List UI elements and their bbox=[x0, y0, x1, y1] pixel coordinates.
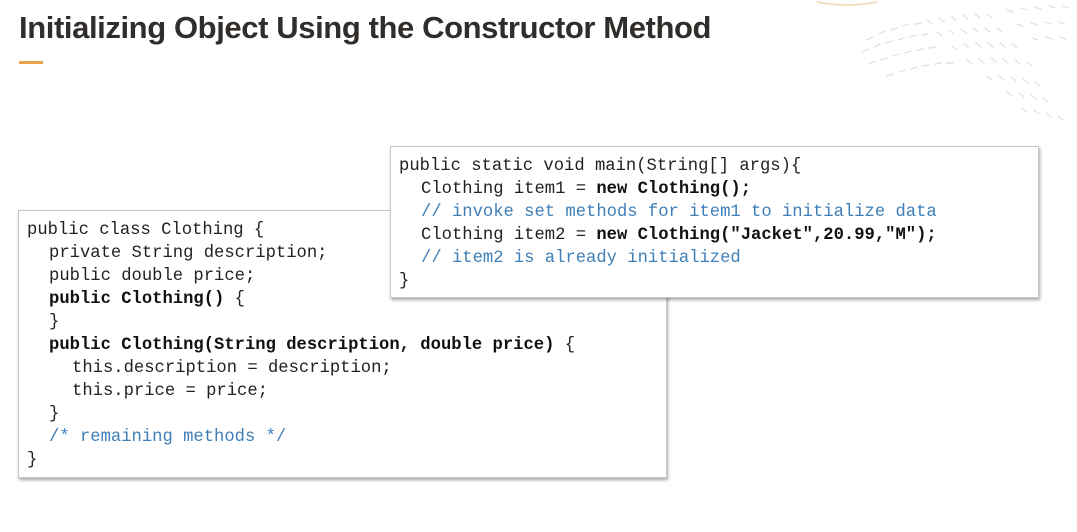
code-line: public static void main(String[] args){ bbox=[399, 155, 1038, 178]
code-text: this.description = description; bbox=[72, 359, 392, 378]
code-line: } bbox=[399, 270, 1038, 293]
code-text: } bbox=[49, 405, 60, 424]
code-text: private String description; bbox=[49, 244, 328, 263]
code-comment: // item2 is already initialized bbox=[421, 249, 741, 268]
code-line: // invoke set methods for item1 to initi… bbox=[399, 201, 1038, 224]
code-keyword-text: new Clothing("Jacket",20.99,"M"); bbox=[596, 226, 937, 245]
code-comment: // invoke set methods for item1 to initi… bbox=[421, 203, 937, 222]
code-text: Clothing item2 = bbox=[421, 226, 597, 245]
code-line: Clothing item1 = new Clothing(); bbox=[399, 178, 1038, 201]
code-line: } bbox=[27, 403, 666, 426]
code-line: } bbox=[27, 449, 666, 472]
code-text: } bbox=[27, 451, 38, 470]
code-comment: /* remaining methods */ bbox=[49, 428, 287, 447]
code-text: { bbox=[554, 336, 576, 355]
code-text: } bbox=[399, 272, 410, 291]
code-text: public static void main(String[] args){ bbox=[399, 157, 802, 176]
code-keyword-text: new Clothing(); bbox=[596, 180, 752, 199]
code-line: Clothing item2 = new Clothing("Jacket",2… bbox=[399, 224, 1038, 247]
code-keyword-text: public Clothing(String description, doub… bbox=[49, 336, 555, 355]
code-text: public double price; bbox=[49, 267, 256, 286]
code-keyword-text: public Clothing() bbox=[49, 290, 225, 309]
code-line: } bbox=[27, 311, 666, 334]
code-line: this.description = description; bbox=[27, 357, 666, 380]
code-text: Clothing item1 = bbox=[421, 180, 597, 199]
main-method-code-box: public static void main(String[] args){ … bbox=[390, 146, 1039, 298]
code-line: // item2 is already initialized bbox=[399, 247, 1038, 270]
decorative-pattern bbox=[816, 1, 1070, 121]
code-text: { bbox=[224, 290, 245, 309]
code-text: public class Clothing { bbox=[27, 221, 265, 240]
page-title: Initializing Object Using the Constructo… bbox=[19, 10, 712, 45]
code-line: public Clothing(String description, doub… bbox=[27, 334, 666, 357]
code-text: this.price = price; bbox=[72, 382, 268, 401]
code-line: /* remaining methods */ bbox=[27, 426, 666, 449]
code-line: this.price = price; bbox=[27, 380, 666, 403]
code-text: } bbox=[49, 313, 60, 332]
title-accent-bar bbox=[19, 61, 43, 64]
slide: Initializing Object Using the Constructo… bbox=[0, 0, 1077, 532]
